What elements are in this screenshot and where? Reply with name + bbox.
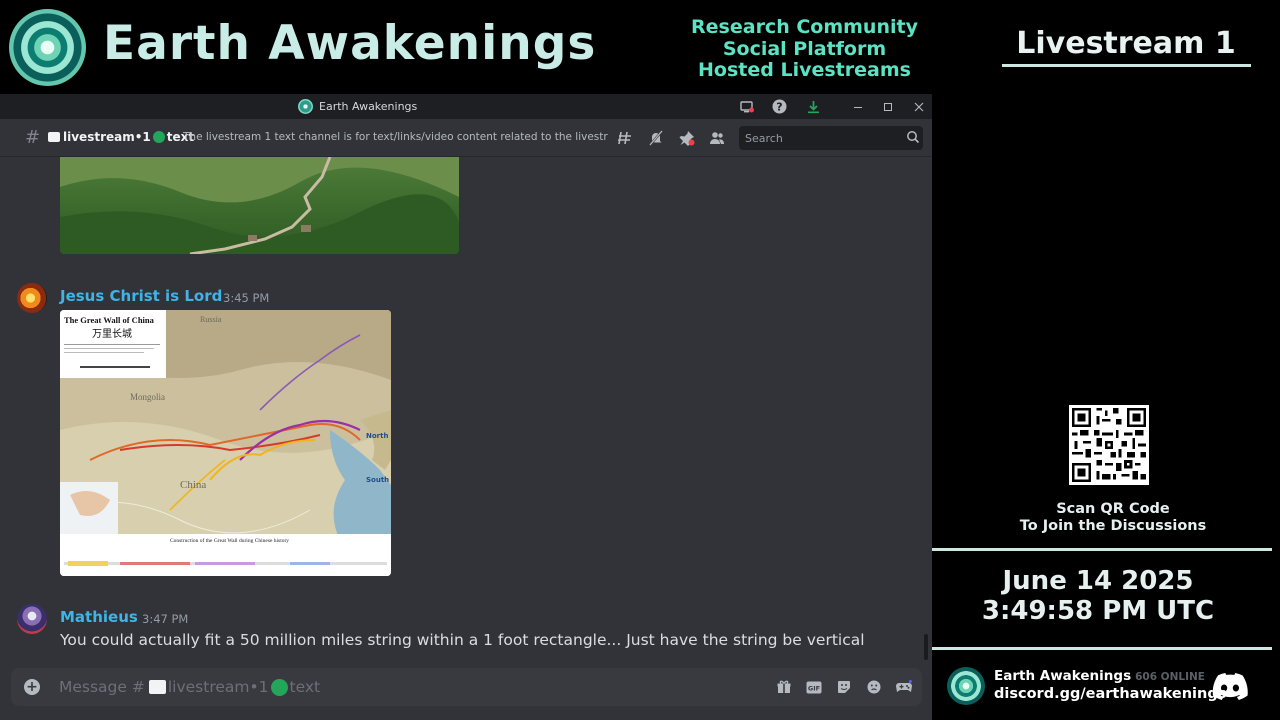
scrollbar[interactable] xyxy=(923,157,929,662)
avatar[interactable] xyxy=(17,283,47,313)
add-attachment-icon[interactable]: + xyxy=(24,679,40,695)
threads-icon[interactable] xyxy=(615,128,635,148)
hash-icon: # xyxy=(25,127,41,148)
search-box[interactable] xyxy=(739,126,923,150)
gift-icon[interactable] xyxy=(776,679,792,695)
earth-awakenings-logo xyxy=(9,9,86,86)
message-author[interactable]: Jesus Christ is Lord xyxy=(60,287,222,305)
placeholder-channel: livestream xyxy=(167,678,250,696)
qr-caption-line: Scan QR Code xyxy=(1056,501,1170,517)
title-bar: Earth Awakenings ? xyxy=(0,94,932,119)
speech-bubble-icon xyxy=(48,132,60,142)
message-content: You could actually fit a 50 million mile… xyxy=(60,631,865,649)
search-input[interactable] xyxy=(739,126,899,150)
server-invite: discord.gg/earthawakenings xyxy=(994,686,1227,702)
close-icon[interactable] xyxy=(910,98,927,115)
gif-icon[interactable]: GIF xyxy=(806,679,822,695)
tagline: Hosted Livestreams xyxy=(698,59,911,81)
server-logo xyxy=(947,667,985,705)
map-label-mongolia: Mongolia xyxy=(130,392,165,402)
search-icon[interactable] xyxy=(906,130,920,144)
notification-bell-muted-icon[interactable] xyxy=(646,128,666,148)
stream-side-panel: Livestream 1 Scan QR Code To Join the Di… xyxy=(932,0,1280,720)
qr-code xyxy=(1069,405,1149,485)
tagline: Social Platform xyxy=(722,37,887,60)
map-label-china: China xyxy=(180,479,206,491)
map-label-north-korea: North Korea xyxy=(366,432,391,440)
message-timestamp: 3:45 PM xyxy=(223,291,270,305)
placeholder-sep: •1 xyxy=(249,678,269,696)
green-circle-icon xyxy=(270,678,288,696)
green-circle-icon xyxy=(152,131,165,143)
window-title: Earth Awakenings xyxy=(319,100,418,113)
screen-share-icon[interactable] xyxy=(738,98,755,115)
message-author[interactable]: Mathieus xyxy=(60,608,138,626)
online-count: 606 ONLINE xyxy=(1135,671,1205,683)
download-icon[interactable] xyxy=(805,98,822,115)
minimize-icon[interactable] xyxy=(849,98,866,115)
map-label-russia: Russia xyxy=(200,315,222,324)
qr-caption-line: To Join the Discussions xyxy=(1019,518,1207,534)
sticker-icon[interactable] xyxy=(836,679,852,695)
map-label-south-korea: South Korea xyxy=(366,476,391,484)
message-timestamp: 3:47 PM xyxy=(142,612,189,626)
date-text: June 14 2025 xyxy=(1002,566,1194,596)
divider xyxy=(932,548,1272,551)
datetime: June 14 2025 3:49:58 PM UTC xyxy=(932,566,1264,626)
member-list-icon[interactable] xyxy=(707,128,727,148)
discord-window: Earth Awakenings ? # livestream •1 text … xyxy=(0,94,932,720)
great-wall-map-image[interactable]: The Great Wall of China 万里长城 Mongolia Ru… xyxy=(60,310,391,576)
svg-text:GIF: GIF xyxy=(808,684,820,692)
map-timeline-caption: Construction of the Great Wall during Ch… xyxy=(170,537,289,544)
divider xyxy=(932,647,1272,650)
channel-name: livestream •1 text xyxy=(48,130,194,144)
speech-bubble-icon xyxy=(148,680,166,694)
game-controller-icon[interactable] xyxy=(896,679,912,695)
help-icon[interactable]: ? xyxy=(771,98,788,115)
map-subtitle: 万里长城 xyxy=(92,328,132,340)
discord-icon xyxy=(1212,673,1248,700)
channel-header: # livestream •1 text The livestream 1 te… xyxy=(0,119,932,157)
placeholder-channel: text xyxy=(289,678,321,696)
stream-banner: Earth Awakenings Research Community Soci… xyxy=(0,0,932,94)
scrollbar-thumb[interactable] xyxy=(924,634,928,660)
app-logo xyxy=(298,99,313,114)
message-composer[interactable]: + Message # livestream •1 text GIF xyxy=(11,668,922,706)
divider xyxy=(1002,64,1251,67)
qr-caption: Scan QR Code To Join the Discussions xyxy=(932,501,1280,535)
message-input[interactable]: Message # livestream •1 text xyxy=(59,678,320,696)
maximize-icon[interactable] xyxy=(879,98,896,115)
channel-name-sep: •1 xyxy=(134,130,151,144)
tagline: Research Community xyxy=(691,16,918,38)
map-title: The Great Wall of China xyxy=(64,315,155,325)
message-list: Jesus Christ is Lord 3:45 PM The Great W… xyxy=(0,157,932,662)
taglines: Research Community Social Platform Hoste… xyxy=(672,16,937,82)
emoji-icon[interactable] xyxy=(866,679,882,695)
server-name: Earth Awakenings 606 ONLINE xyxy=(994,668,1205,684)
channel-topic[interactable]: The livestream 1 text channel is for tex… xyxy=(183,131,608,143)
pin-icon[interactable] xyxy=(677,128,697,148)
channel-name-part: livestream xyxy=(63,130,135,144)
svg-text:?: ? xyxy=(776,101,782,114)
avatar[interactable] xyxy=(17,604,47,634)
server-name-text: Earth Awakenings xyxy=(994,668,1132,684)
time-text: 3:49:58 PM UTC xyxy=(981,596,1215,626)
brand-title: Earth Awakenings xyxy=(103,16,597,71)
great-wall-photo[interactable] xyxy=(60,157,459,254)
livestream-title: Livestream 1 xyxy=(1016,26,1236,61)
placeholder-prefix: Message # xyxy=(59,678,145,696)
